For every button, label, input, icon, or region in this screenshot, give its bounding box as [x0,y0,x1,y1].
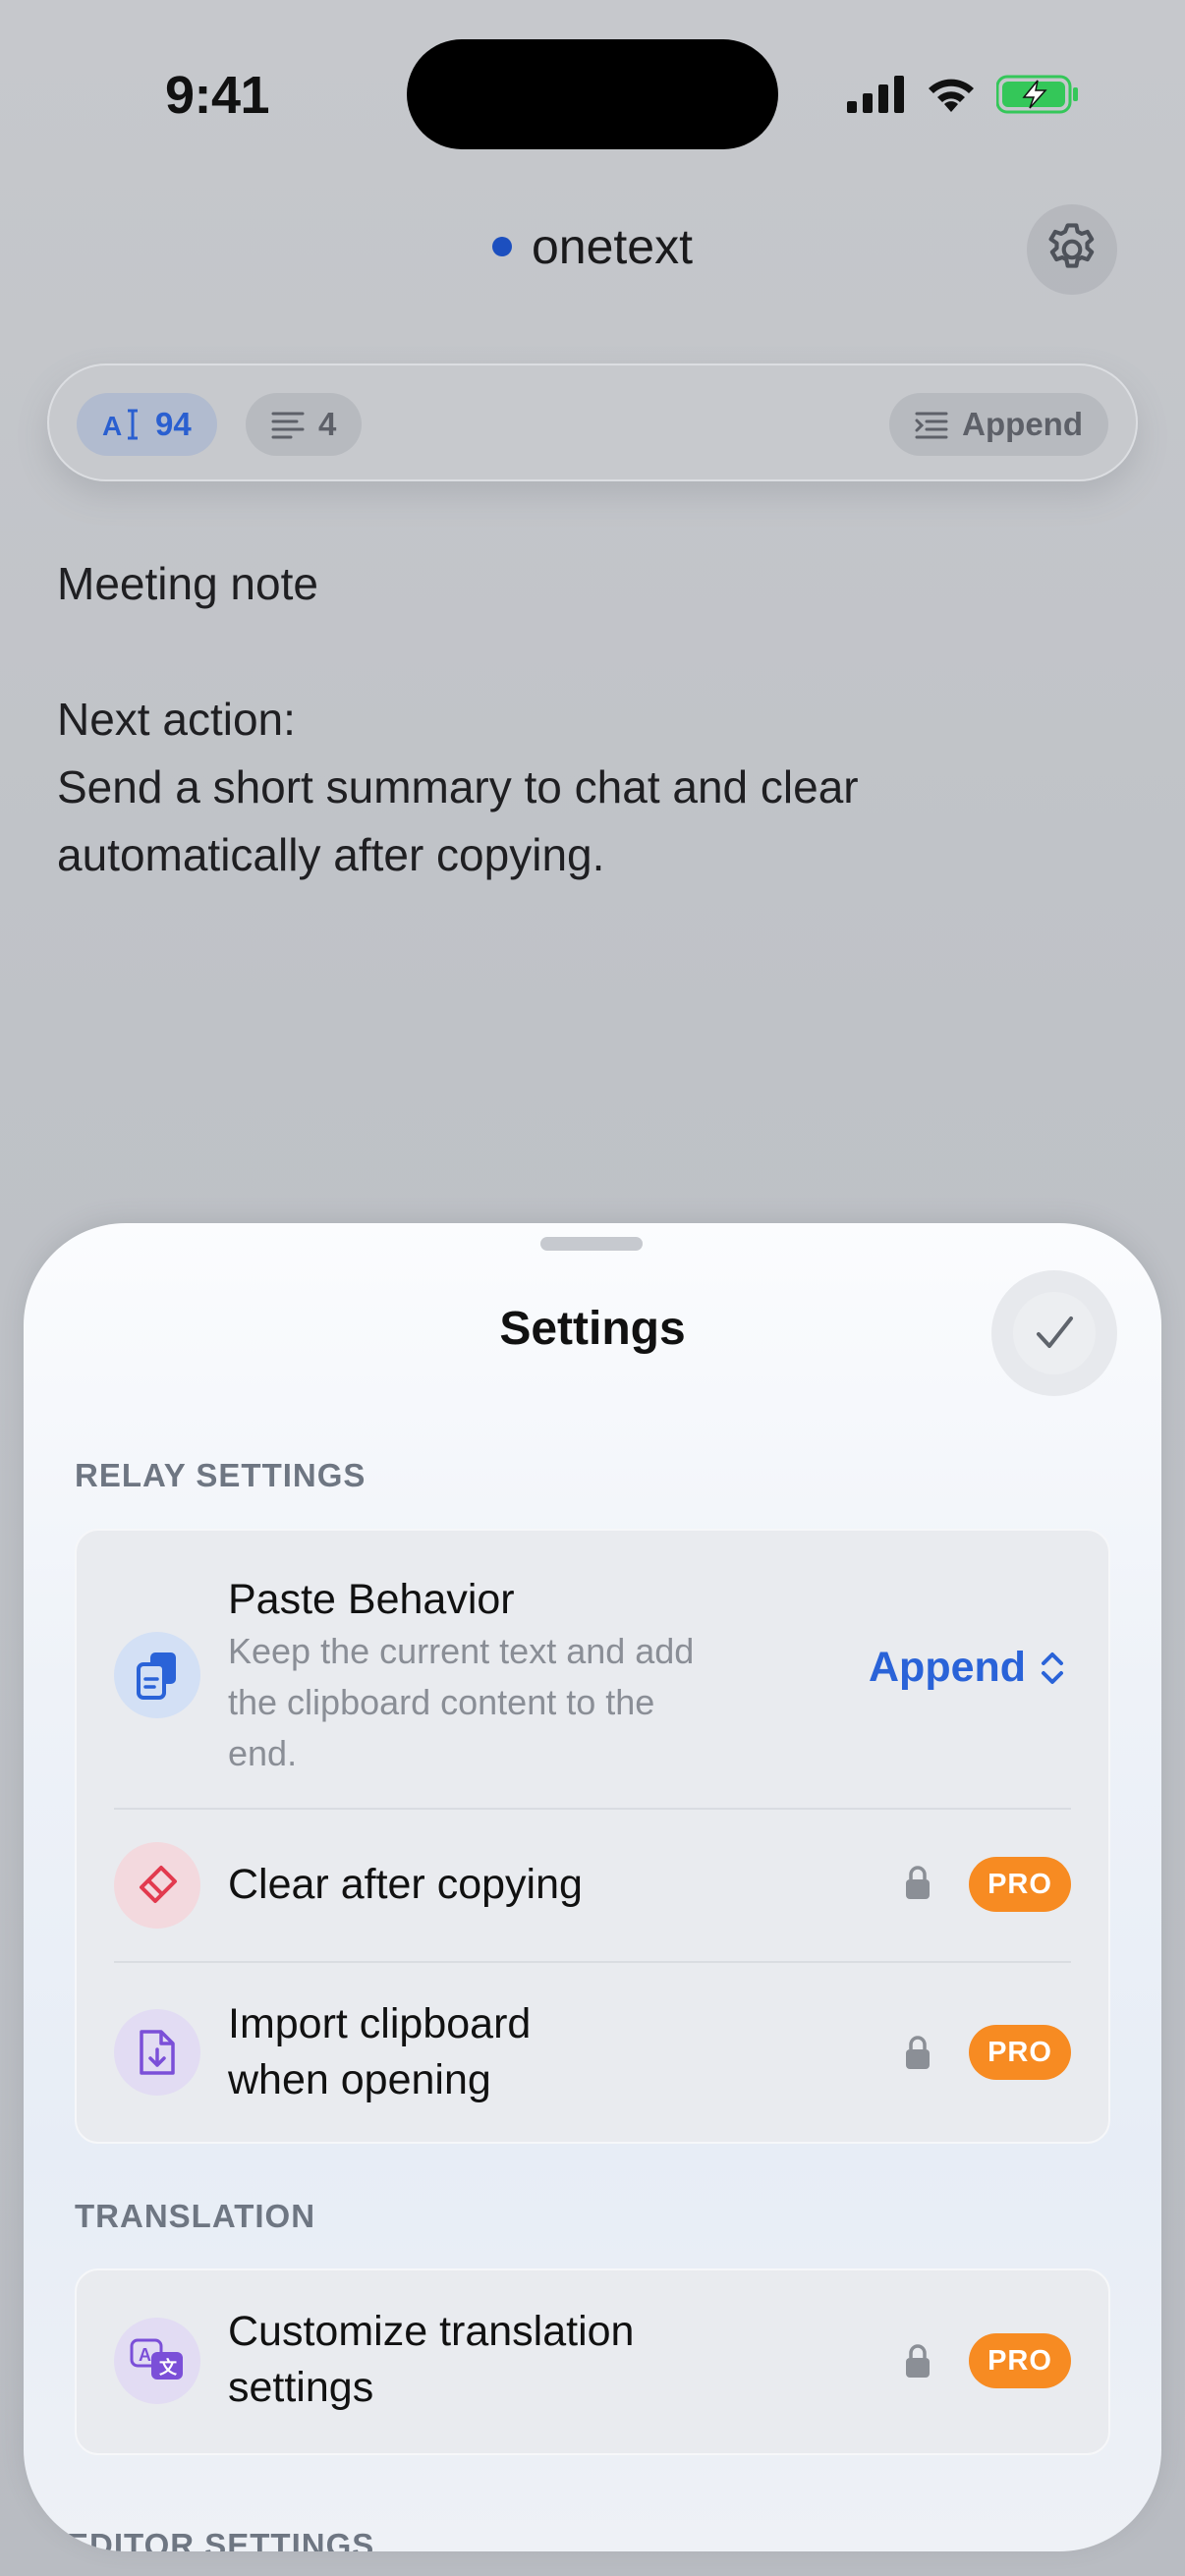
paste-behavior-row[interactable]: Paste Behavior Keep the current text and… [77,1531,1108,1808]
battery-charging-icon [996,75,1078,114]
gear-icon [1048,223,1095,268]
done-button-inner [1013,1292,1096,1374]
editor-line [57,618,1128,686]
dynamic-island [407,39,778,149]
editor-line: Meeting note [57,558,318,609]
clipboard-icon [137,1652,176,1700]
clear-after-copying-row[interactable]: Clear after copying PRO [77,1810,1108,1961]
line-count-chip[interactable]: 4 [246,393,363,456]
checkmark-icon [1037,1316,1073,1348]
lines-icon [271,412,305,439]
customize-translation-title-line: Customize translation [228,2308,635,2355]
char-count: 94 [155,406,192,442]
editor-line: Send a short summary to chat and clear [57,761,859,812]
app-title-text: onetext [531,219,693,274]
status-icons [847,75,1079,114]
import-clipboard-row[interactable]: Import clipboard when opening PRO [77,1963,1108,2142]
chevron-updown-icon [1042,1652,1064,1684]
line-count: 4 [318,406,337,442]
clear-after-copying-title: Clear after copying [228,1861,583,1908]
import-file-icon [140,2030,175,2075]
pro-badge: PRO [969,2025,1071,2080]
pro-badge: PRO [969,2333,1071,2388]
import-clipboard-icon-bg [114,2009,200,2096]
signal-icon [847,76,904,113]
svg-text:文: 文 [159,2357,178,2379]
editor-toolbar: A 94 4 Append [47,364,1138,481]
import-clipboard-title-line: Import clipboard [228,2000,532,2047]
paste-behavior-subtitle: Keep the current text and add the clipbo… [228,1626,778,1779]
editor-line: automatically after copying. [57,829,605,880]
settings-sheet: Settings RELAY SETTINGS Paste Behavior K… [24,1223,1161,2551]
paste-behavior-select[interactable]: Append [869,1644,1065,1692]
lock-icon [906,2036,930,2069]
translation-group: A 文 Customize translation settings PRO [75,2268,1110,2455]
section-label-editor: EDITOR SETTINGS [67,2527,375,2551]
import-clipboard-title-line: when opening [228,2056,491,2103]
pro-badge: PRO [969,1857,1071,1912]
text-editor[interactable]: Meeting note Next action: Send a short s… [57,550,1128,889]
clear-after-copying-icon-bg [114,1842,200,1929]
append-icon [915,412,948,439]
lock-icon [906,2344,930,2378]
customize-translation-title-line: settings [228,2364,374,2411]
section-label-relay: RELAY SETTINGS [75,1457,367,1493]
customize-translation-icon-bg: A 文 [114,2318,200,2404]
paste-behavior-subtitle-line: Keep the current text and add [228,1631,695,1671]
eraser-icon [140,1866,177,1903]
paste-mode-chip[interactable]: Append [889,393,1108,456]
customize-translation-title: Customize translation settings [228,2304,634,2416]
paste-behavior-title: Paste Behavior [228,1576,515,1623]
sheet-grabber[interactable] [540,1237,643,1251]
status-time: 9:41 [165,66,270,125]
svg-text:A: A [139,2345,151,2365]
import-clipboard-title: Import clipboard when opening [228,1996,531,2108]
text-cursor-icon: A [102,409,138,441]
editor-line: Next action: [57,694,296,745]
svg-text:A: A [102,411,122,441]
settings-button[interactable] [1027,204,1117,295]
status-dot [491,237,512,256]
app-title: onetext [0,218,1185,275]
paste-mode-label: Append [962,406,1083,442]
paste-behavior-value: Append [869,1644,1027,1691]
paste-behavior-subtitle-line: end. [228,1733,298,1773]
section-label-translation: TRANSLATION [75,2198,316,2234]
relay-settings-group: Paste Behavior Keep the current text and… [75,1529,1110,2144]
paste-behavior-icon-bg [114,1632,200,1718]
translate-icon: A 文 [130,2338,183,2380]
char-count-chip[interactable]: A 94 [77,393,217,456]
paste-behavior-subtitle-line: the clipboard content to the [228,1682,655,1722]
done-button[interactable] [991,1270,1117,1396]
lock-icon [906,1866,930,1899]
wifi-icon [929,79,974,112]
customize-translation-row[interactable]: A 文 Customize translation settings PRO [77,2270,1108,2453]
